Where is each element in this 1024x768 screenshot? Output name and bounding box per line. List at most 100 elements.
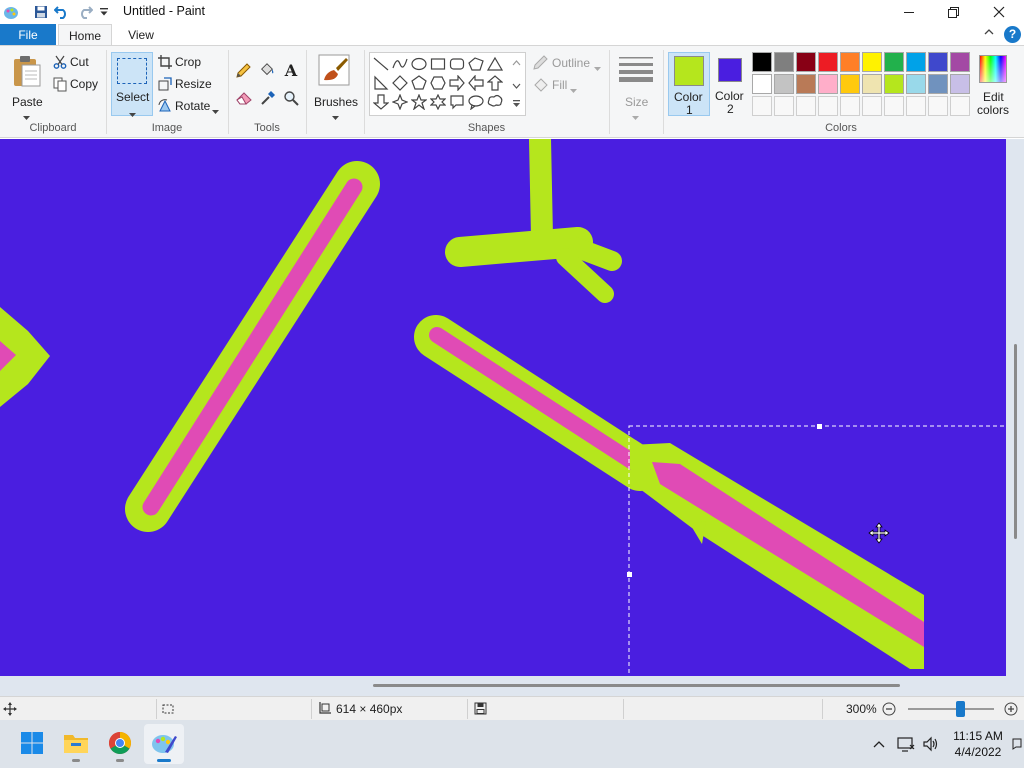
custom-color-slot[interactable]: [774, 96, 794, 116]
paste-button[interactable]: Paste: [8, 52, 46, 120]
four-point-star-shape-icon[interactable]: [391, 93, 409, 111]
taskbar-file-explorer[interactable]: [56, 724, 96, 764]
notification-icon[interactable]: [1012, 738, 1022, 753]
magnifier-icon[interactable]: [283, 90, 299, 106]
edit-colors-button[interactable]: Edit colors: [974, 52, 1014, 118]
redo-icon[interactable]: [76, 3, 94, 21]
palette-swatch[interactable]: [840, 52, 860, 72]
polygon-shape-icon[interactable]: [467, 55, 485, 73]
palette-swatch[interactable]: [884, 74, 904, 94]
fill-icon[interactable]: [259, 62, 275, 78]
fill-button[interactable]: Fill: [552, 78, 567, 92]
paint-app-icon[interactable]: [2, 3, 20, 21]
palette-swatch[interactable]: [796, 52, 816, 72]
shapes-scroll-up-icon[interactable]: [512, 56, 521, 70]
line-shape-icon[interactable]: [372, 55, 390, 73]
chevron-up-icon[interactable]: [869, 734, 889, 754]
copy-icon[interactable]: [52, 76, 68, 92]
triangle-shape-icon[interactable]: [486, 55, 504, 73]
zoom-slider-thumb[interactable]: [956, 701, 965, 717]
custom-color-slot[interactable]: [884, 96, 904, 116]
select-button[interactable]: Select: [111, 52, 153, 117]
palette-swatch[interactable]: [818, 74, 838, 94]
palette-swatch[interactable]: [774, 52, 794, 72]
outline-icon[interactable]: [532, 55, 548, 71]
down-arrow-shape-icon[interactable]: [372, 93, 390, 111]
rotate-icon[interactable]: [157, 98, 173, 114]
custom-color-slot[interactable]: [796, 96, 816, 116]
palette-swatch[interactable]: [818, 52, 838, 72]
shape-fill-icon[interactable]: [532, 77, 548, 93]
custom-color-slot[interactable]: [840, 96, 860, 116]
custom-color-slot[interactable]: [950, 96, 970, 116]
brushes-button[interactable]: Brushes: [312, 52, 358, 120]
resize-icon[interactable]: [157, 76, 173, 92]
palette-swatch[interactable]: [752, 52, 772, 72]
palette-swatch[interactable]: [774, 74, 794, 94]
customize-qat-icon[interactable]: [95, 3, 113, 21]
drawing-canvas[interactable]: [0, 139, 1006, 676]
zoom-slider-track[interactable]: [908, 708, 994, 710]
volume-icon[interactable]: [921, 734, 941, 754]
save-icon[interactable]: [32, 3, 50, 21]
color2-button[interactable]: Color 2: [712, 52, 750, 116]
taskbar-clock[interactable]: 11:15 AM 4/4/2022: [946, 728, 1010, 760]
crop-icon[interactable]: [157, 54, 173, 70]
horizontal-scrollbar-thumb[interactable]: [373, 684, 900, 687]
diamond-shape-icon[interactable]: [391, 74, 409, 92]
custom-color-slot[interactable]: [818, 96, 838, 116]
close-button[interactable]: [976, 0, 1022, 24]
tab-file[interactable]: File: [0, 24, 56, 46]
palette-swatch[interactable]: [928, 52, 948, 72]
right-arrow-shape-icon[interactable]: [448, 74, 466, 92]
palette-swatch[interactable]: [884, 52, 904, 72]
rounded-rectangle-shape-icon[interactable]: [448, 55, 466, 73]
palette-swatch[interactable]: [928, 74, 948, 94]
minimize-button[interactable]: [886, 0, 932, 24]
tab-view[interactable]: View: [118, 24, 164, 46]
palette-swatch[interactable]: [906, 74, 926, 94]
five-point-star-shape-icon[interactable]: [410, 93, 428, 111]
rounded-callout-shape-icon[interactable]: [448, 93, 466, 111]
outline-button[interactable]: Outline: [552, 56, 590, 70]
rectangle-shape-icon[interactable]: [429, 55, 447, 73]
shapes-expand-icon[interactable]: [512, 98, 521, 112]
crop-button[interactable]: Crop: [175, 55, 201, 69]
palette-swatch[interactable]: [862, 52, 882, 72]
color1-button[interactable]: Color 1: [668, 52, 710, 117]
custom-color-slot[interactable]: [862, 96, 882, 116]
left-arrow-shape-icon[interactable]: [467, 74, 485, 92]
taskbar-chrome[interactable]: [100, 724, 140, 764]
custom-color-slot[interactable]: [906, 96, 926, 116]
undo-icon[interactable]: [53, 3, 71, 21]
hexagon-shape-icon[interactable]: [429, 74, 447, 92]
custom-color-slot[interactable]: [752, 96, 772, 116]
pentagon-shape-icon[interactable]: [410, 74, 428, 92]
oval-callout-shape-icon[interactable]: [467, 93, 485, 111]
cloud-callout-shape-icon[interactable]: [486, 93, 504, 111]
vertical-scrollbar[interactable]: [1007, 139, 1024, 676]
palette-swatch[interactable]: [950, 74, 970, 94]
chevron-up-icon[interactable]: [984, 28, 994, 39]
palette-swatch[interactable]: [950, 52, 970, 72]
zoom-in-icon[interactable]: [1004, 702, 1018, 719]
up-arrow-shape-icon[interactable]: [486, 74, 504, 92]
size-button[interactable]: Size: [614, 52, 658, 120]
network-icon[interactable]: [896, 734, 916, 754]
palette-swatch[interactable]: [796, 74, 816, 94]
copy-button[interactable]: Copy: [70, 77, 98, 91]
rotate-button[interactable]: Rotate: [175, 99, 210, 113]
tab-home[interactable]: Home: [58, 24, 112, 46]
zoom-out-icon[interactable]: [882, 702, 896, 719]
pencil-icon[interactable]: [235, 63, 251, 79]
palette-swatch[interactable]: [752, 74, 772, 94]
eraser-icon[interactable]: [236, 90, 252, 106]
vertical-scrollbar-thumb[interactable]: [1014, 344, 1017, 539]
custom-color-slot[interactable]: [928, 96, 948, 116]
scissors-icon[interactable]: [52, 54, 68, 70]
resize-button[interactable]: Resize: [175, 77, 212, 91]
curve-shape-icon[interactable]: [391, 55, 409, 73]
help-button[interactable]: ?: [1004, 26, 1021, 43]
start-button[interactable]: [12, 724, 52, 764]
cut-button[interactable]: Cut: [70, 55, 89, 69]
